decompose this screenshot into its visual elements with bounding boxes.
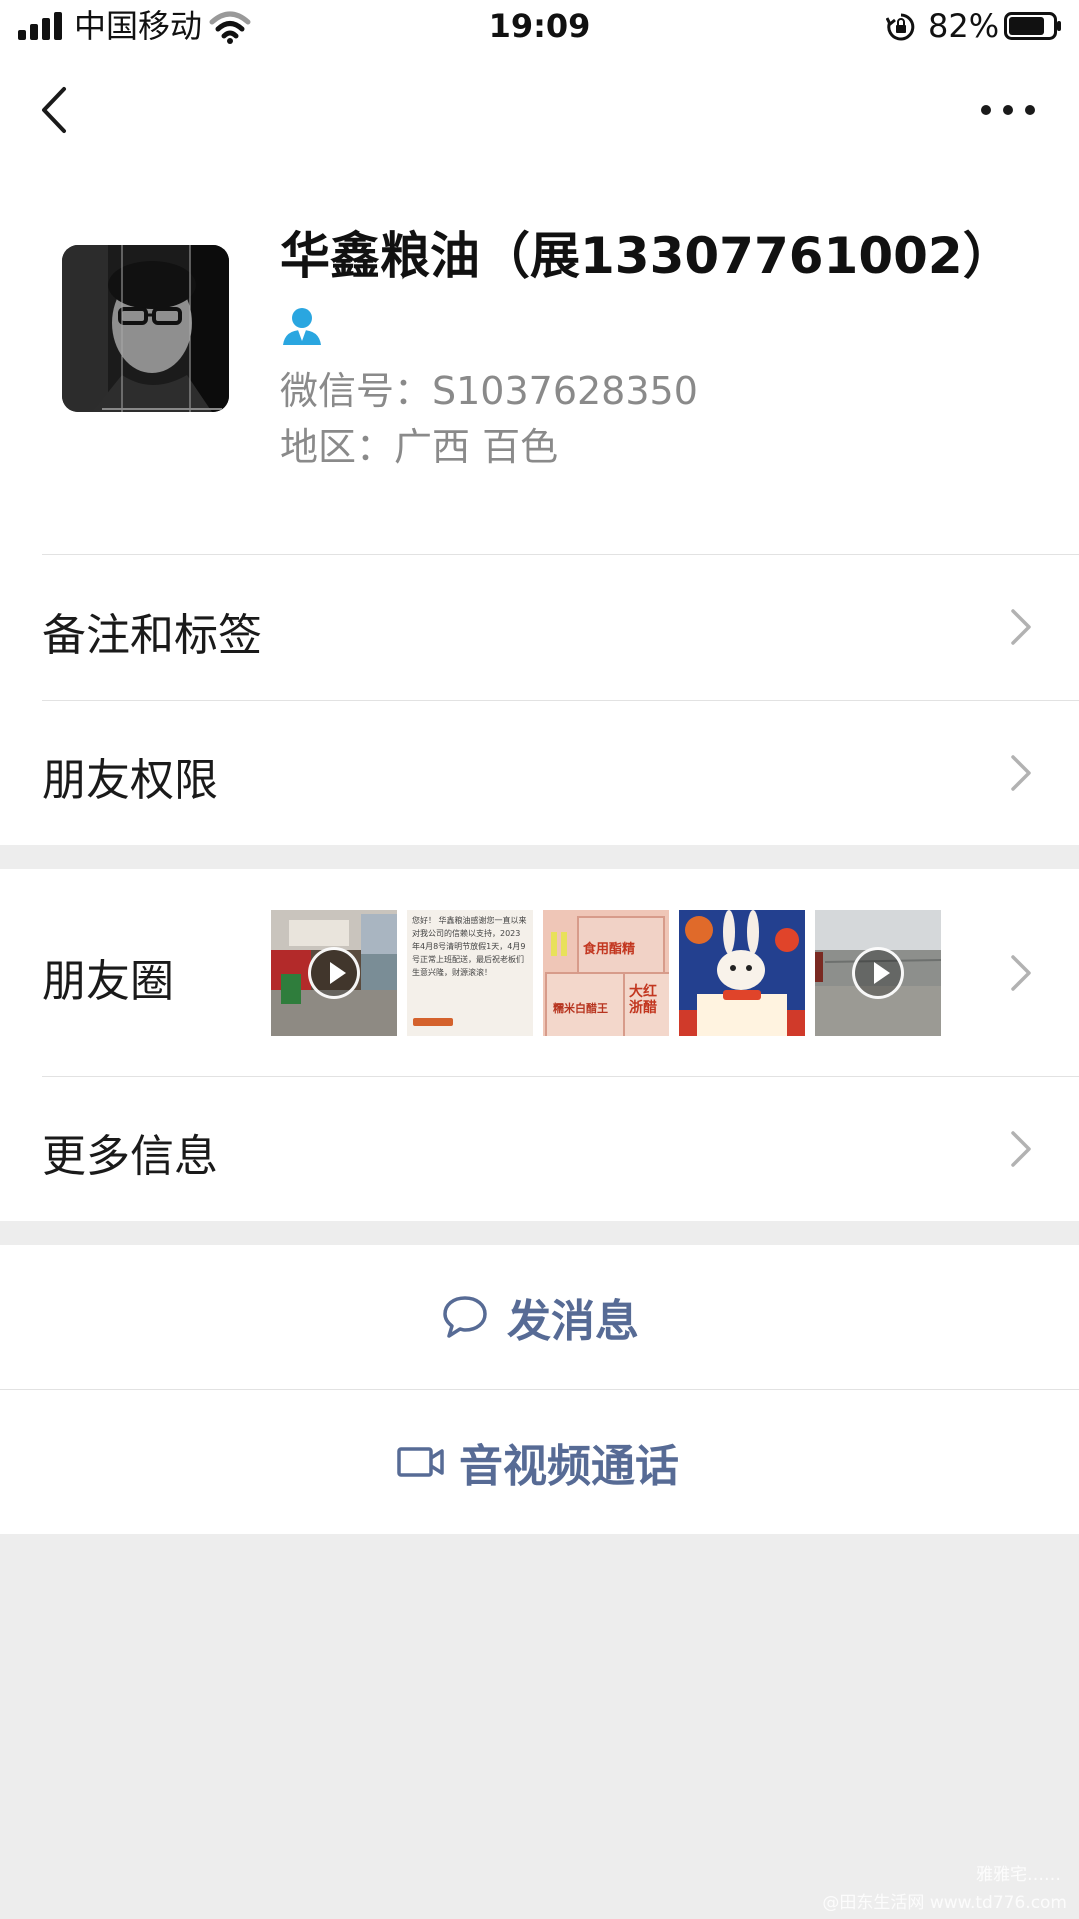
region: 地区：广西 百色: [280, 425, 559, 469]
row-label: 更多信息: [42, 1131, 218, 1182]
video-camera-icon: [397, 1447, 444, 1477]
row-label: 朋友权限: [42, 755, 218, 806]
video-call-button[interactable]: 音视频通话: [0, 1390, 1079, 1534]
row-remarks-tags[interactable]: 备注和标签: [0, 555, 1079, 700]
moments-thumbnails: 您好！ 华鑫粮油感谢您一直以来对我公司的信赖以支持，2023年4月8号清明节放假…: [271, 910, 951, 1036]
video-call-label: 音视频通话: [459, 1441, 679, 1492]
nav-bar: [0, 55, 1079, 155]
moments-thumbnail[interactable]: [815, 910, 941, 1036]
send-message-button[interactable]: 发消息: [0, 1245, 1079, 1389]
row-more-info[interactable]: 更多信息: [0, 1077, 1079, 1221]
profile-header: 华鑫粮油（展13307761002） 微信号：S1037628350 地区：广西…: [0, 155, 1079, 555]
notice-emoji-strip: [413, 1018, 453, 1026]
row-label: 备注和标签: [42, 610, 262, 661]
chevron-right-icon: [1011, 955, 1031, 991]
status-bar: 中国移动 19:09 82%: [0, 0, 1079, 55]
play-icon: [308, 947, 360, 999]
avatar[interactable]: [62, 245, 229, 412]
watermark: @田东生活网 www.td776.com: [822, 1893, 1067, 1913]
settings-group: 备注和标签 朋友权限: [0, 555, 1079, 845]
moments-thumbnail[interactable]: 您好！ 华鑫粮油感谢您一直以来对我公司的信赖以支持，2023年4月8号清明节放假…: [407, 910, 533, 1036]
clock: 19:09: [488, 7, 591, 45]
notice-text: 您好！ 华鑫粮油感谢您一直以来对我公司的信赖以支持，2023年4月8号清明节放假…: [412, 916, 527, 977]
moments-thumbnail[interactable]: [679, 910, 805, 1036]
info-group: 朋友圈 您好！ 华鑫粮油感谢您一直以来对我公司的信赖以支持，2023年4月8号清…: [0, 869, 1079, 1221]
rotation-lock-icon: [886, 13, 915, 41]
row-label: 朋友圈: [42, 956, 174, 1007]
battery-percentage: 82%: [928, 7, 1000, 45]
more-options-button[interactable]: [976, 91, 1040, 129]
person-icon: [283, 308, 321, 345]
chat-bubble-icon: [443, 1296, 487, 1338]
wechat-id: 微信号：S1037628350: [280, 369, 698, 413]
chevron-right-icon: [1011, 1131, 1031, 1167]
moments-thumbnail[interactable]: [271, 910, 397, 1036]
play-icon: [852, 947, 904, 999]
chevron-right-icon: [1011, 609, 1031, 645]
product-label: 大红浙醋: [629, 984, 657, 1016]
chevron-right-icon: [1011, 755, 1031, 791]
product-label: 食用酯精: [583, 942, 636, 957]
back-button[interactable]: [30, 83, 80, 137]
send-message-label: 发消息: [507, 1296, 639, 1347]
battery-icon: [1004, 12, 1061, 40]
moments-thumbnail[interactable]: 食用酯精 糯米白醋王 大红浙醋: [543, 910, 669, 1036]
contact-name: 华鑫粮油（展13307761002）: [280, 227, 1013, 285]
product-label: 糯米白醋王: [553, 1002, 608, 1015]
row-friend-permissions[interactable]: 朋友权限: [0, 701, 1079, 845]
watermark: 雅雅宅……: [976, 1865, 1061, 1885]
row-moments[interactable]: 朋友圈 您好！ 华鑫粮油感谢您一直以来对我公司的信赖以支持，2023年4月8号清…: [0, 869, 1079, 1076]
